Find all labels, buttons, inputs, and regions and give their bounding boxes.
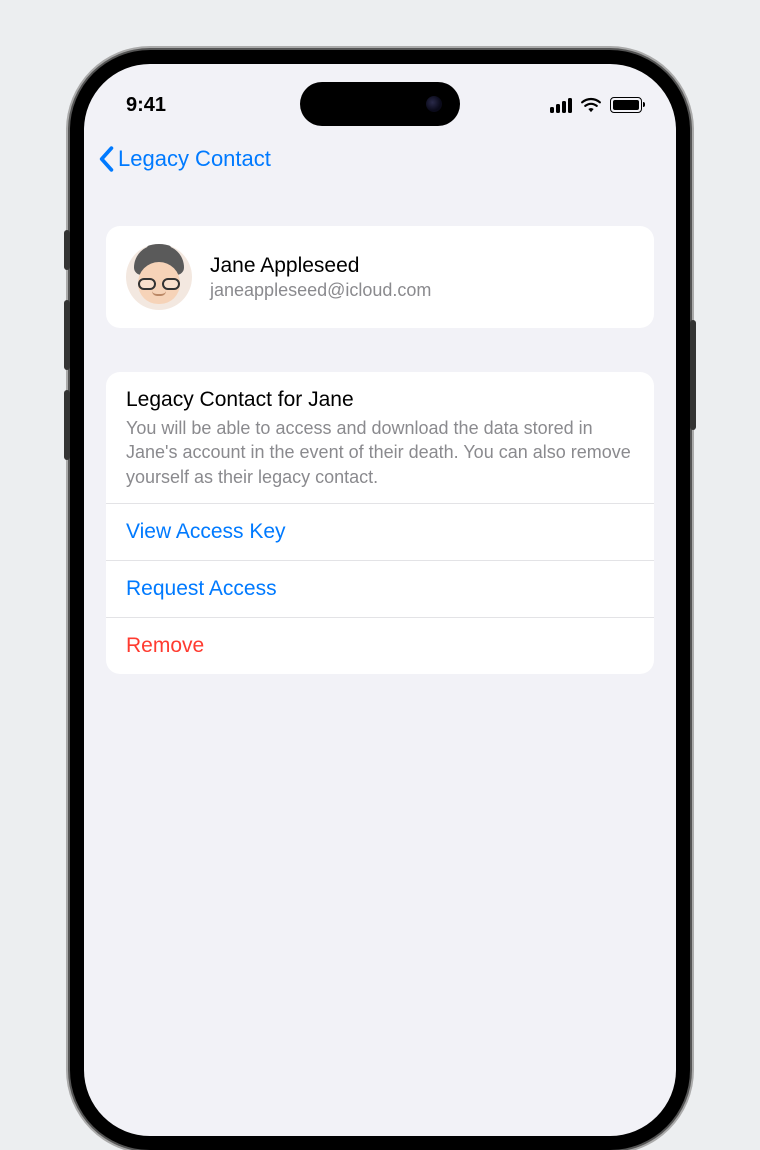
power-button — [690, 320, 696, 430]
remove-button[interactable]: Remove — [106, 617, 654, 674]
status-right — [550, 97, 642, 113]
back-chevron-icon[interactable] — [98, 146, 114, 172]
contact-card[interactable]: Jane Appleseed janeappleseed@icloud.com — [106, 226, 654, 328]
volume-up-button — [64, 300, 70, 370]
phone-frame: 9:41 Legacy Contact — [70, 50, 690, 1150]
volume-down-button — [64, 390, 70, 460]
screen: 9:41 Legacy Contact — [84, 64, 676, 1136]
nav-bar[interactable]: Legacy Contact — [84, 128, 676, 182]
avatar — [126, 244, 192, 310]
nav-back-label[interactable]: Legacy Contact — [118, 146, 271, 172]
info-card: Legacy Contact for Jane You will be able… — [106, 372, 654, 674]
request-access-button[interactable]: Request Access — [106, 560, 654, 617]
contact-email: janeappleseed@icloud.com — [210, 279, 431, 302]
wifi-icon — [580, 97, 602, 113]
dynamic-island — [300, 82, 460, 126]
cellular-icon — [550, 98, 572, 113]
info-description: You will be able to access and download … — [126, 416, 634, 489]
info-title: Legacy Contact for Jane — [126, 388, 634, 412]
contact-text: Jane Appleseed janeappleseed@icloud.com — [210, 252, 431, 303]
status-time: 9:41 — [126, 94, 166, 117]
info-header: Legacy Contact for Jane You will be able… — [106, 372, 654, 503]
view-access-key-button[interactable]: View Access Key — [106, 503, 654, 560]
contact-name: Jane Appleseed — [210, 252, 431, 279]
content-area: Jane Appleseed janeappleseed@icloud.com … — [84, 182, 676, 674]
front-camera — [426, 96, 442, 112]
silent-switch — [64, 230, 70, 270]
battery-icon — [610, 97, 642, 113]
